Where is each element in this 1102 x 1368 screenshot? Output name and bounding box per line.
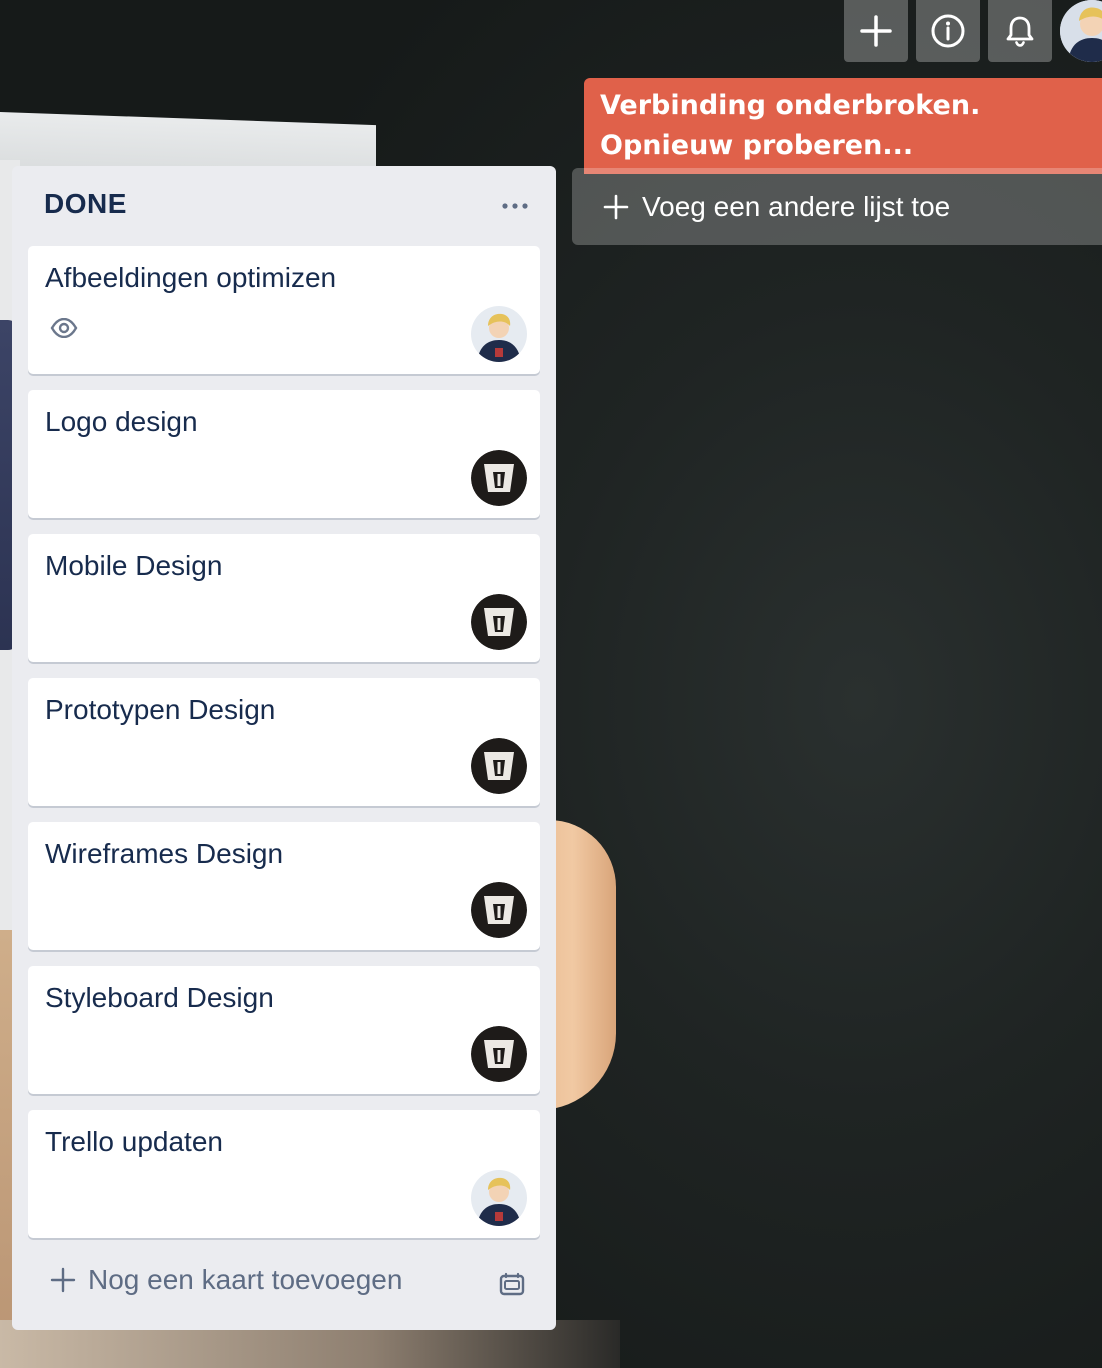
logo-avatar[interactable] <box>471 1026 527 1082</box>
more-icon <box>502 203 528 209</box>
plus-icon <box>50 1267 76 1293</box>
bell-icon <box>1006 16 1034 47</box>
list-done: DONE Afbeeldingen optimizen Logo design … <box>12 166 556 1330</box>
plus-icon <box>602 193 630 221</box>
info-icon <box>931 14 965 48</box>
photo-avatar[interactable] <box>471 306 527 362</box>
card-title: Trello updaten <box>45 1126 223 1157</box>
logo-avatar[interactable] <box>471 450 527 506</box>
connection-error-text: Verbinding onderbroken. Opnieuw proberen… <box>600 90 981 161</box>
card-title: Styleboard Design <box>45 982 274 1013</box>
card-title: Afbeeldingen optimizen <box>45 262 337 293</box>
photo-avatar[interactable] <box>471 1170 527 1226</box>
card[interactable]: Wireframes Design <box>28 822 540 950</box>
card-title: Mobile Design <box>45 550 223 581</box>
card-title: Wireframes Design <box>45 838 284 869</box>
logo-avatar[interactable] <box>471 738 527 794</box>
eye-icon <box>50 317 78 343</box>
info-button[interactable] <box>916 0 980 62</box>
add-card-label: Nog een kaart toevoegen <box>88 1264 403 1295</box>
card[interactable]: Mobile Design <box>28 534 540 662</box>
list-menu-button[interactable] <box>500 192 530 220</box>
add-list-button[interactable]: Voeg een andere lijst toe <box>572 168 1102 245</box>
card[interactable]: Styleboard Design <box>28 966 540 1094</box>
add-icon <box>860 15 892 47</box>
notifications-button[interactable] <box>988 0 1052 62</box>
add-list-label: Voeg een andere lijst toe <box>642 190 951 222</box>
card[interactable]: Trello updaten <box>28 1110 540 1238</box>
template-icon <box>499 1272 525 1296</box>
card[interactable]: Logo design <box>28 390 540 518</box>
card[interactable]: Afbeeldingen optimizen <box>28 246 540 374</box>
logo-avatar[interactable] <box>471 594 527 650</box>
list-title[interactable]: DONE <box>44 188 127 220</box>
card-title: Prototypen Design <box>45 694 276 725</box>
connection-error-banner: Verbinding onderbroken. Opnieuw proberen… <box>584 78 1102 174</box>
create-button[interactable] <box>844 0 908 62</box>
add-card-button[interactable]: Nog een kaart toevoegen <box>50 1264 402 1296</box>
card[interactable]: Prototypen Design <box>28 678 540 806</box>
card-template-button[interactable] <box>498 1271 526 1299</box>
logo-avatar[interactable] <box>471 882 527 938</box>
card-title: Logo design <box>45 406 198 437</box>
